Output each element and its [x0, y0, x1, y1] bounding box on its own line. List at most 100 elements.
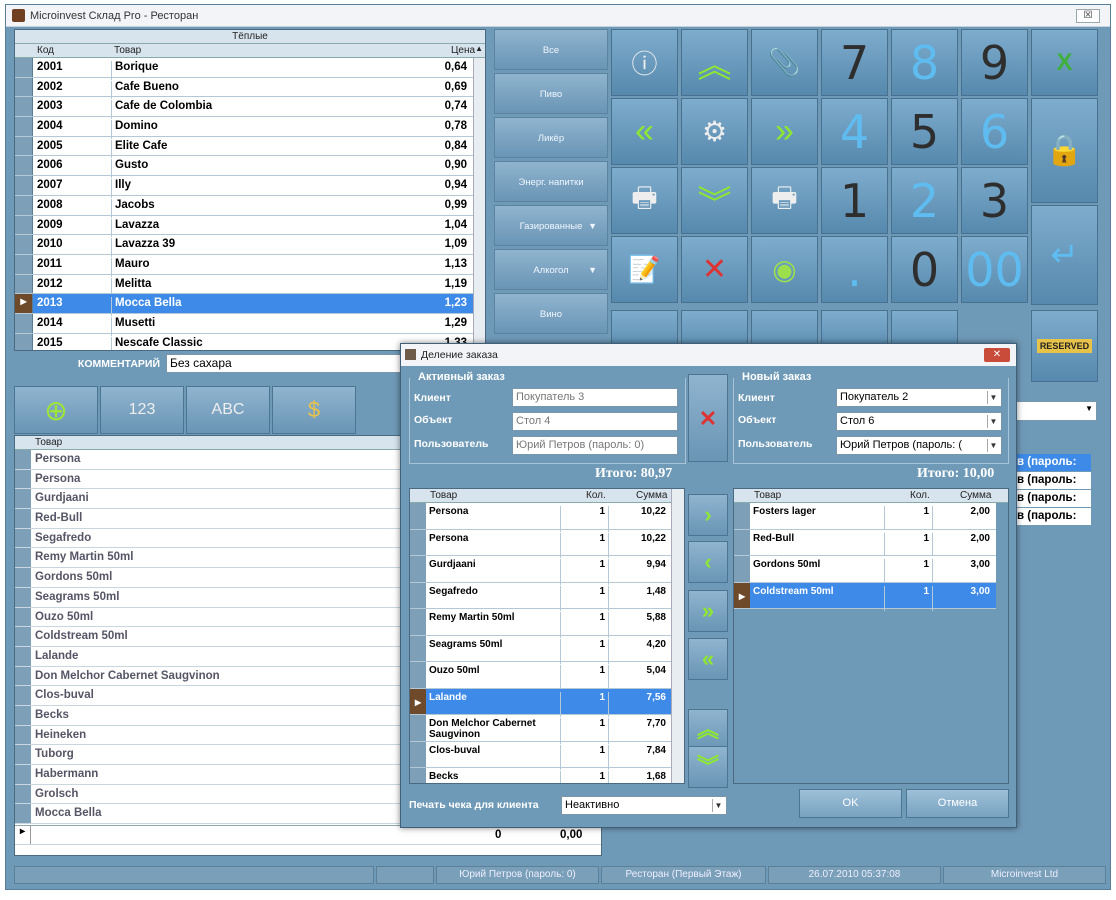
sort-number-button[interactable]: 123	[100, 386, 184, 434]
delete-doc-icon[interactable]: ✕	[681, 236, 748, 303]
table-row[interactable]: Fosters lager 1 2,00	[734, 503, 996, 532]
category-button[interactable]: Вино	[494, 293, 608, 334]
print-user-icon[interactable]: 🖶	[751, 167, 818, 234]
info-price-icon[interactable]: ⓘ	[611, 29, 678, 96]
table-row[interactable]: 2007 Illy 0,94	[15, 176, 485, 198]
active-items-scrollbar[interactable]	[671, 489, 684, 783]
table-row[interactable]: ▸ 2013 Mocca Bella 1,23	[15, 294, 485, 316]
category-button[interactable]: Газированные ▼	[494, 205, 608, 246]
item-name: Lalande	[35, 649, 79, 662]
key-0[interactable]: 0	[891, 236, 958, 303]
bg-user-item[interactable]: в (пароль:	[1017, 508, 1091, 525]
table-row[interactable]: Persona 1 10,22	[410, 529, 684, 558]
scroll-up-button[interactable]: ︽	[688, 709, 728, 751]
ok-button[interactable]: OK	[799, 789, 902, 818]
category-button[interactable]: Все	[494, 29, 608, 70]
key-7[interactable]: 7	[821, 29, 888, 96]
new-user-select[interactable]: Юрий Петров (пароль: (▼	[836, 436, 1002, 455]
attach-icon[interactable]: 📎	[751, 29, 818, 96]
table-row[interactable]: 2014 Musetti 1,29	[15, 313, 485, 336]
reserved-icon[interactable]: RESERVED	[1031, 310, 1098, 382]
table-row[interactable]: Persona 1 10,22	[410, 503, 684, 532]
excel-icon[interactable]: X	[1031, 29, 1098, 96]
clear-button[interactable]: ✕	[688, 374, 728, 462]
bg-user-item[interactable]: в (пароль:	[1017, 454, 1091, 471]
table-row[interactable]: 2005 Elite Cafe 0,84	[15, 136, 485, 159]
new-client-select[interactable]: Покупатель 2 ▼	[836, 388, 1002, 407]
table-row[interactable]: 2009 Lavazza 1,04	[15, 215, 485, 238]
table-row[interactable]: Gordons 50ml 1 3,00	[734, 556, 996, 585]
active-client-input[interactable]: Покупатель 3	[512, 388, 678, 407]
table-row[interactable]: Clos-buval 1 7,84	[410, 741, 684, 770]
table-row[interactable]: 2012 Melitta 1,19	[15, 274, 485, 297]
table-row[interactable]: 2002 Cafe Bueno 0,69	[15, 77, 485, 100]
scroll-up-icon[interactable]: ▲	[475, 44, 483, 53]
key-2[interactable]: 2	[891, 167, 958, 234]
category-button[interactable]: Алкогол ▼	[494, 249, 608, 290]
scroll-up-double-icon[interactable]: ︽	[681, 29, 748, 96]
products-scrollbar[interactable]	[473, 58, 485, 350]
category-button[interactable]: Ликёр	[494, 117, 608, 158]
key-6[interactable]: 6	[961, 98, 1028, 165]
table-row[interactable]: 2006 Gusto 0,90	[15, 156, 485, 179]
category-button[interactable]: Энерг. напитки	[494, 161, 608, 202]
table-row[interactable]: 2004 Domino 0,78	[15, 117, 485, 139]
table-row[interactable]: ▸ Coldstream 50ml 1 3,00	[734, 582, 996, 611]
key-9[interactable]: 9	[961, 29, 1028, 96]
active-object-input[interactable]: Стол 4	[512, 412, 678, 431]
print-icon[interactable]: 🖶	[611, 167, 678, 234]
table-row[interactable]: 2008 Jacobs 0,99	[15, 195, 485, 218]
move-left-button[interactable]: ‹	[688, 541, 728, 583]
col-name[interactable]: Товар	[114, 45, 141, 56]
table-row[interactable]: Gurdjaani 1 9,94	[410, 556, 684, 585]
category-button[interactable]: Пиво	[494, 73, 608, 114]
webcam-icon[interactable]: ◉	[751, 236, 818, 303]
cancel-button[interactable]: Отмена	[906, 789, 1009, 818]
edit-doc-icon[interactable]: 📝	[611, 236, 678, 303]
key-3[interactable]: 3	[961, 167, 1028, 234]
key-00[interactable]: 00	[961, 236, 1028, 303]
prev-icon[interactable]: «	[611, 98, 678, 165]
col-code[interactable]: Код	[37, 45, 54, 56]
col-price[interactable]: Цена	[451, 45, 475, 56]
next-icon[interactable]: »	[751, 98, 818, 165]
print-select[interactable]: Неактивно ▼	[561, 796, 727, 815]
table-row[interactable]: 2010 Lavazza 39 1,09	[15, 235, 485, 257]
table-row[interactable]: Becks 1 1,68	[410, 768, 684, 783]
settings-icon[interactable]: ⚙	[681, 98, 748, 165]
table-row[interactable]: Don Melchor Cabernet Saugvinon 1 7,70	[410, 715, 684, 744]
move-all-right-button[interactable]: »	[688, 590, 728, 632]
close-button[interactable]: ☒	[1076, 9, 1100, 23]
key-8[interactable]: 8	[891, 29, 958, 96]
table-row[interactable]: Seagrams 50ml 1 4,20	[410, 635, 684, 664]
scroll-down-button[interactable]: ︾	[688, 746, 728, 788]
item-name: Fosters lager	[753, 506, 816, 517]
bg-dropdown[interactable]: ▼	[1011, 401, 1097, 421]
add-item-button[interactable]: ⊕	[14, 386, 98, 434]
bg-user-item[interactable]: в (пароль:	[1017, 472, 1091, 489]
table-row[interactable]: Remy Martin 50ml 1 5,88	[410, 609, 684, 638]
table-row[interactable]: Red-Bull 1 2,00	[734, 529, 996, 558]
move-all-left-button[interactable]: «	[688, 638, 728, 680]
key-5[interactable]: 5	[891, 98, 958, 165]
table-row[interactable]: Segafredo 1 1,48	[410, 582, 684, 611]
sort-price-button[interactable]: $	[272, 386, 356, 434]
table-row[interactable]: Ouzo 50ml 1 5,04	[410, 662, 684, 691]
scroll-down-double-icon[interactable]: ︾	[681, 167, 748, 234]
dialog-close-button[interactable]: ✕	[984, 348, 1010, 362]
bg-user-item[interactable]: в (пароль:	[1017, 490, 1091, 507]
new-object-select[interactable]: Стол 6 ▼	[836, 412, 1002, 431]
table-row[interactable]: ▸ Lalande 1 7,56	[410, 688, 684, 717]
table-row[interactable]: 2003 Cafe de Colombia 0,74	[15, 97, 485, 120]
key-1[interactable]: 1	[821, 167, 888, 234]
table-row[interactable]: 2001 Borique 0,64	[15, 58, 485, 80]
active-user-input[interactable]: Юрий Петров (пароль: 0)	[512, 436, 678, 455]
table-row[interactable]: 2011 Mauro 1,13	[15, 254, 485, 277]
key-dot[interactable]: .	[821, 236, 888, 303]
sort-alpha-button[interactable]: ABC	[186, 386, 270, 434]
move-right-button[interactable]: ›	[688, 494, 728, 536]
lock-icon[interactable]: 🔒	[1031, 98, 1098, 203]
enter-icon[interactable]: ↵	[1031, 205, 1098, 305]
comment-input[interactable]: Без сахара	[166, 354, 406, 373]
key-4[interactable]: 4	[821, 98, 888, 165]
